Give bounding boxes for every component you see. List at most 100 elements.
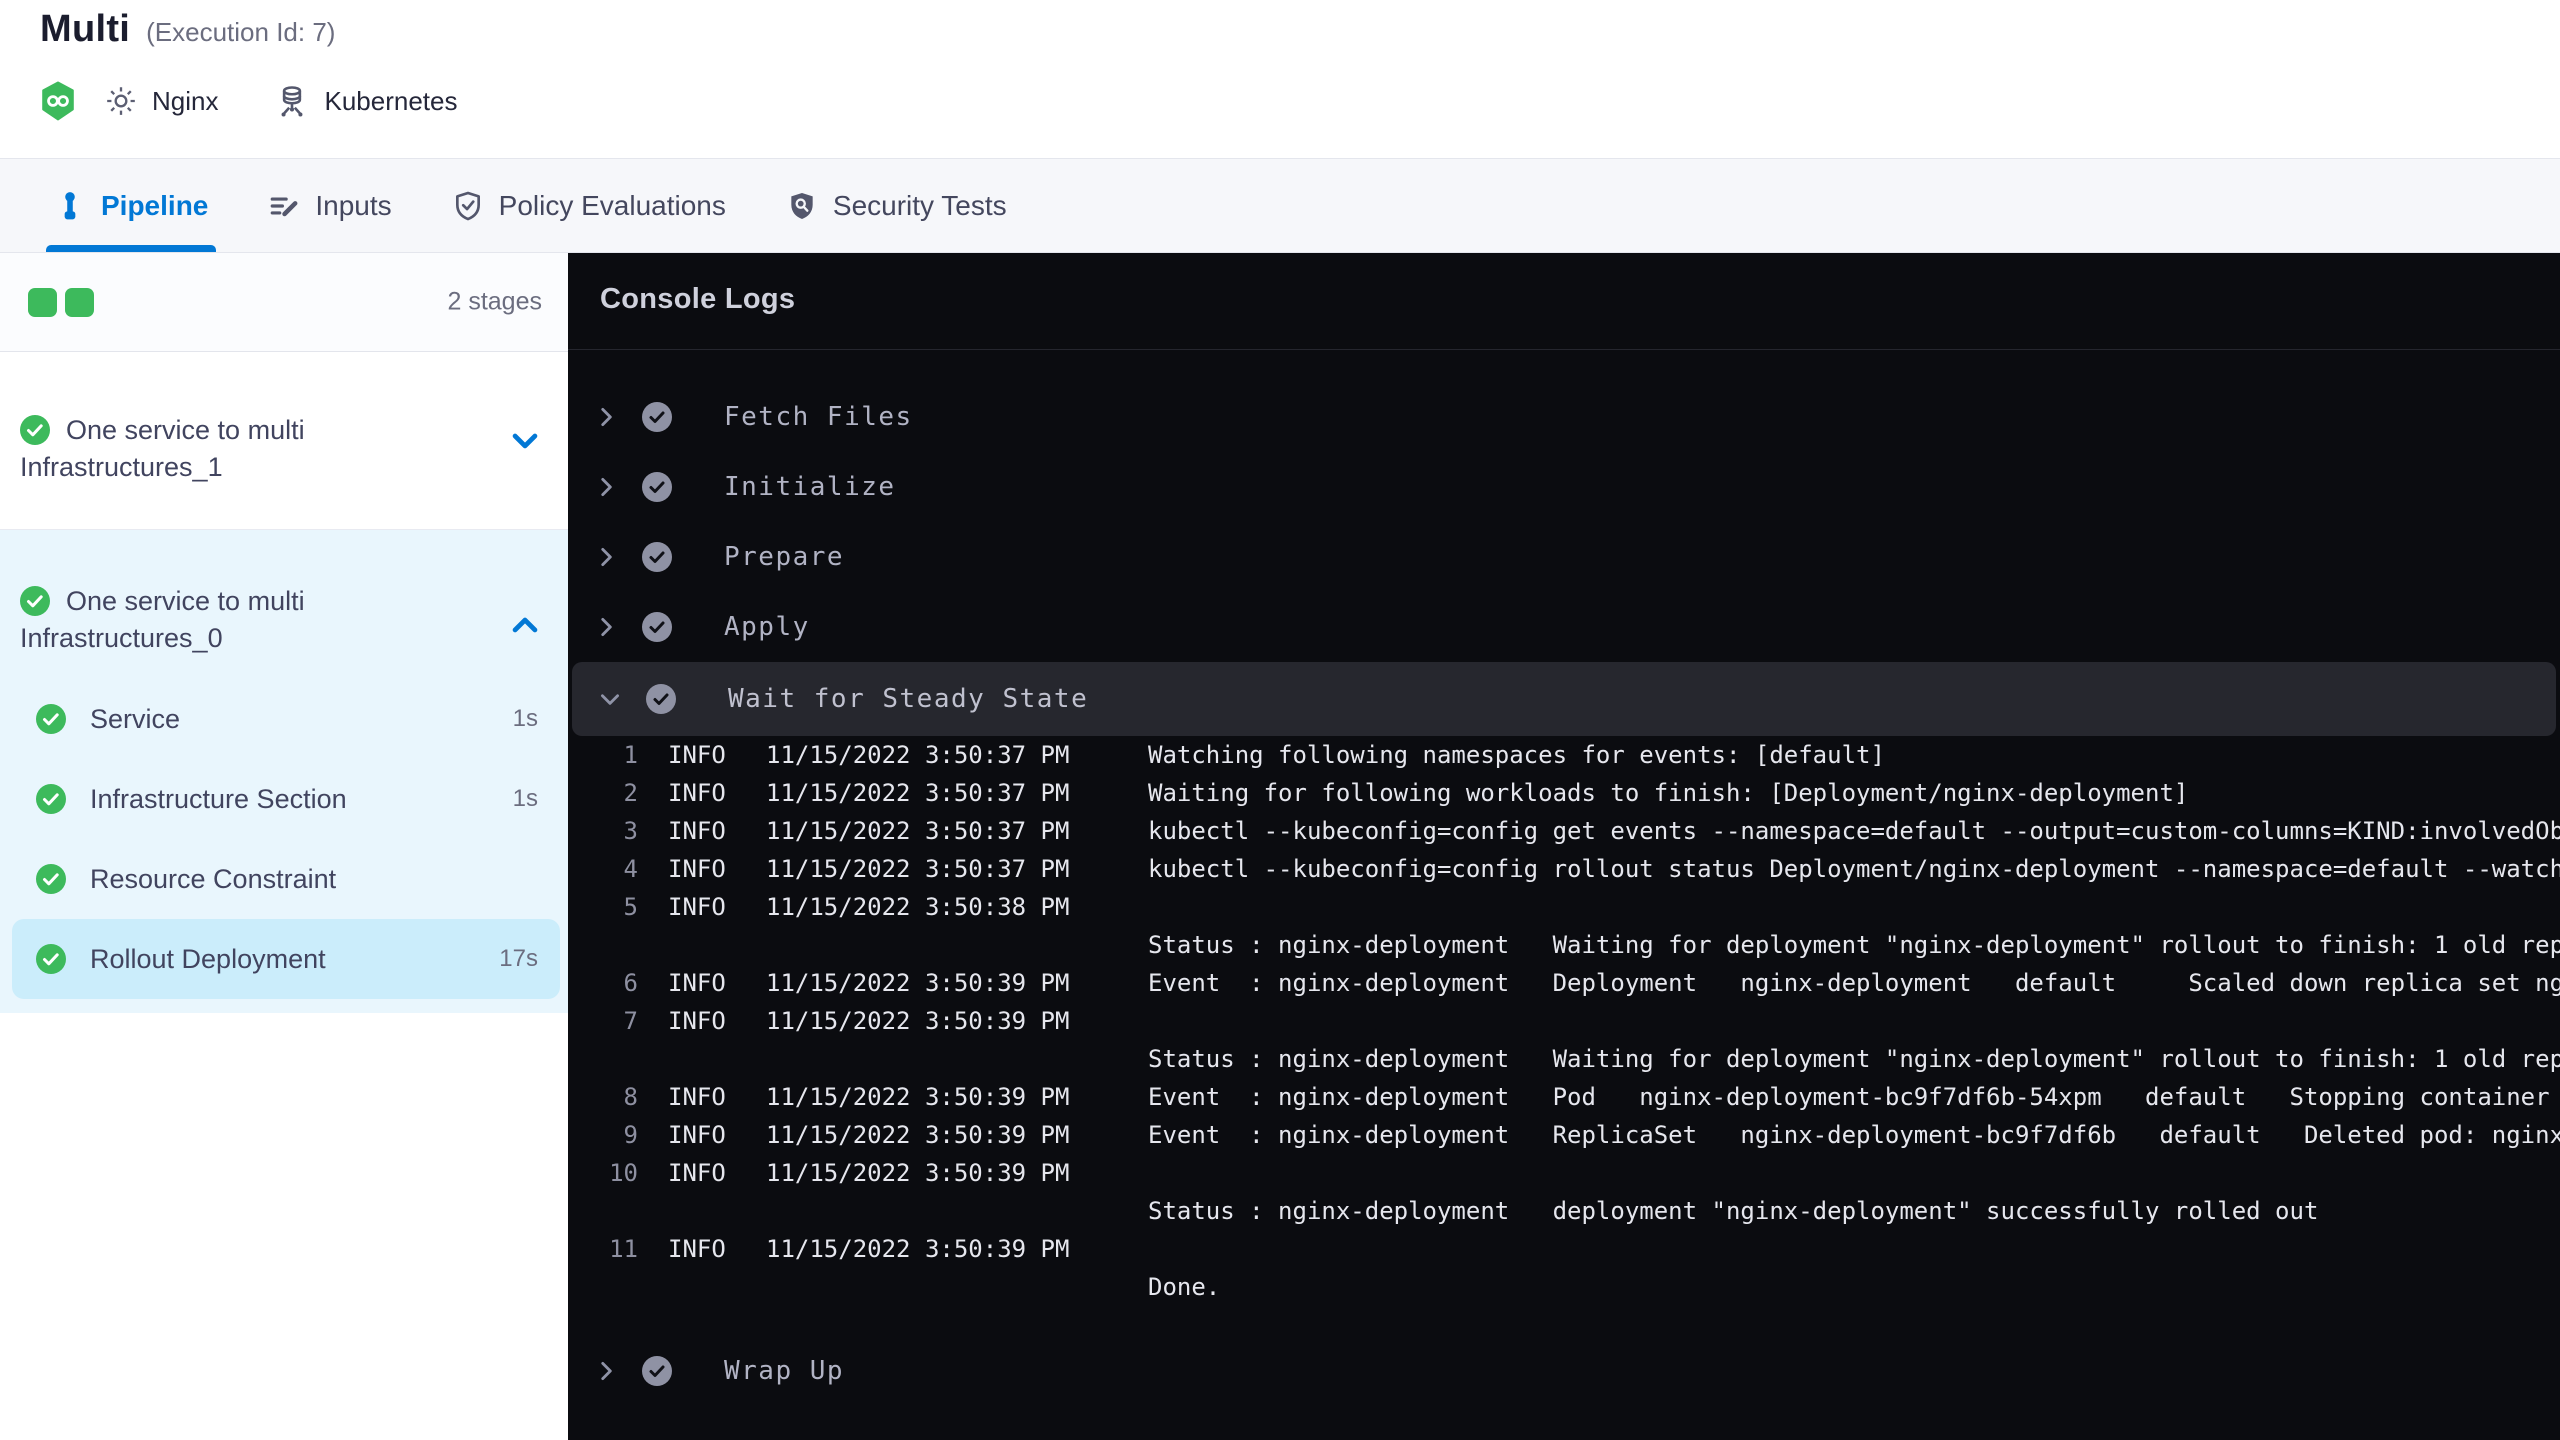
chevron-up-icon[interactable] [508,608,542,642]
step-item-infrastructure-section[interactable]: Infrastructure Section 1s [0,759,568,839]
step-item-service[interactable]: Service 1s [0,679,568,759]
stage-title: One service to multi Infrastructures_1 [0,352,530,486]
console-step-label: Wrap Up [724,1356,845,1386]
shield-search-icon [786,190,818,222]
chevron-right-icon[interactable] [588,614,624,640]
log-message: kubectl --kubeconfig=config get events -… [1148,817,2560,845]
log-line-number: 11 [609,1235,638,1263]
console-step-wrap-up[interactable]: Wrap Up [568,1336,2560,1406]
log-level: INFO [668,1121,726,1149]
log-line-number: 10 [609,1159,638,1187]
tab-policy-evaluations-label: Policy Evaluations [498,189,726,221]
page-title: Multi [40,8,131,50]
log-timestamp: 11/15/2022 3:50:37 PM [766,741,1070,769]
log-timestamp: 11/15/2022 3:50:37 PM [766,779,1070,807]
log-level: INFO [668,1159,726,1187]
chevron-right-icon[interactable] [588,474,624,500]
console-step-initialize[interactable]: Initialize [568,452,2560,522]
log-timestamp: 11/15/2022 3:50:38 PM [766,893,1070,921]
log-level: INFO [668,779,726,807]
tab-policy-evaluations[interactable]: Policy Evaluations [452,159,726,252]
stage-name: One service to multi Infrastructures_0 [20,586,305,653]
check-circle-icon [36,944,66,974]
log-line: 10 INFO 11/15/2022 3:50:39 PM [568,1154,2560,1192]
check-circle-icon [36,864,66,894]
log-level: INFO [668,1007,726,1035]
log-level: INFO [668,1235,726,1263]
stage-item-infrastructures-0[interactable]: One service to multi Infrastructures_0 S… [0,530,568,1013]
console-step-apply[interactable]: Apply [568,592,2560,662]
log-level: INFO [668,1083,726,1111]
chevron-down-icon[interactable] [508,424,542,458]
log-line: 11 INFO 11/15/2022 3:50:39 PM [568,1230,2560,1268]
log-line: 6 INFO 11/15/2022 3:50:39 PM Event : nginx-… [568,964,2560,1002]
log-line: 2 INFO 11/15/2022 3:50:37 PM Waiting for fo… [568,774,2560,812]
log-message: Status : nginx-deployment Waiting for de… [1148,1045,2560,1073]
chevron-down-icon[interactable] [592,686,628,712]
check-circle-icon [646,684,676,714]
chevron-right-icon[interactable] [588,1358,624,1384]
step-label: Infrastructure Section [90,783,347,814]
execution-id: (Execution Id: 7) [146,17,336,47]
log-line: 7 INFO 11/15/2022 3:50:39 PM [568,1002,2560,1040]
step-label: Service [90,703,181,734]
console-step-label: Prepare [724,542,845,572]
log-line-number: 2 [623,779,638,807]
chevron-right-icon[interactable] [588,404,624,430]
shield-check-icon [452,190,484,222]
stage-status-square-2[interactable] [65,288,94,317]
log-timestamp: 11/15/2022 3:50:39 PM [766,1083,1070,1111]
log-timestamp: 11/15/2022 3:50:39 PM [766,1121,1070,1149]
stage-status-square-1[interactable] [28,288,57,317]
step-item-rollout-deployment[interactable]: Rollout Deployment 17s [12,919,560,999]
check-circle-icon [642,402,672,432]
log-message: Event : nginx-deployment Pod nginx-deplo… [1148,1083,2550,1111]
log-message: Event : nginx-deployment ReplicaSet ngin… [1148,1121,2560,1149]
log-line-number: 3 [623,817,638,845]
stages-summary-bar: 2 stages [0,253,568,352]
infrastructure-icon [274,83,310,119]
console-step-wait-for-steady-state[interactable]: Wait for Steady State [572,662,2556,736]
log-message: Status : nginx-deployment deployment "ng… [1148,1197,2319,1225]
console-step-fetch-files[interactable]: Fetch Files [568,382,2560,452]
log-line-number: 7 [623,1007,638,1035]
log-message: Event : nginx-deployment Deployment ngin… [1148,969,2560,997]
chevron-right-icon[interactable] [588,544,624,570]
tab-inputs[interactable]: Inputs [268,159,392,252]
services-row: Nginx Kubernetes [40,78,513,124]
tab-pipeline-label: Pipeline [101,189,209,221]
gear-icon [104,84,138,118]
tab-pipeline[interactable]: Pipeline [45,159,217,252]
log-level: INFO [668,741,726,769]
console-logs-panel: Console Logs Fetch Files Initialize Prep… [568,253,2560,1440]
step-item-resource-constraint[interactable]: Resource Constraint [0,839,568,919]
check-circle-icon [642,542,672,572]
stage-title: One service to multi Infrastructures_0 [0,530,530,657]
log-line-number: 9 [623,1121,638,1149]
log-line: 4 INFO 11/15/2022 3:50:37 PM kubectl --kube… [568,850,2560,888]
log-lines: 1 INFO 11/15/2022 3:50:37 PM Watching follo… [568,736,2560,1306]
check-circle-icon [36,704,66,734]
log-line: Status : nginx-deployment Waiting for de… [568,1040,2560,1078]
tab-security-tests[interactable]: Security Tests [786,159,1007,252]
log-level: INFO [668,893,726,921]
log-timestamp: 11/15/2022 3:50:39 PM [766,1235,1070,1263]
log-level: INFO [668,817,726,845]
step-duration: 1s [512,705,538,732]
stage-count-label: 2 stages [447,287,542,316]
console-step-label: Fetch Files [724,402,913,432]
title-row: Multi (Execution Id: 7) [40,8,335,51]
log-line: 3 INFO 11/15/2022 3:50:37 PM kubectl --kube… [568,812,2560,850]
log-line-number: 6 [623,969,638,997]
main-area: 2 stages One service to multi Infrastruc… [0,253,2560,1440]
log-message: Status : nginx-deployment Waiting for de… [1148,931,2560,959]
inputs-icon [268,190,300,222]
step-duration: 17s [499,945,538,972]
check-circle-icon [20,415,50,445]
stage-item-infrastructures-1[interactable]: One service to multi Infrastructures_1 [0,352,568,530]
step-list: Service 1s Infrastructure Section 1s Res… [0,679,568,999]
console-step-prepare[interactable]: Prepare [568,522,2560,592]
console-step-label: Initialize [724,472,896,502]
tab-inputs-label: Inputs [315,189,392,221]
console-step-label: Apply [724,612,810,642]
